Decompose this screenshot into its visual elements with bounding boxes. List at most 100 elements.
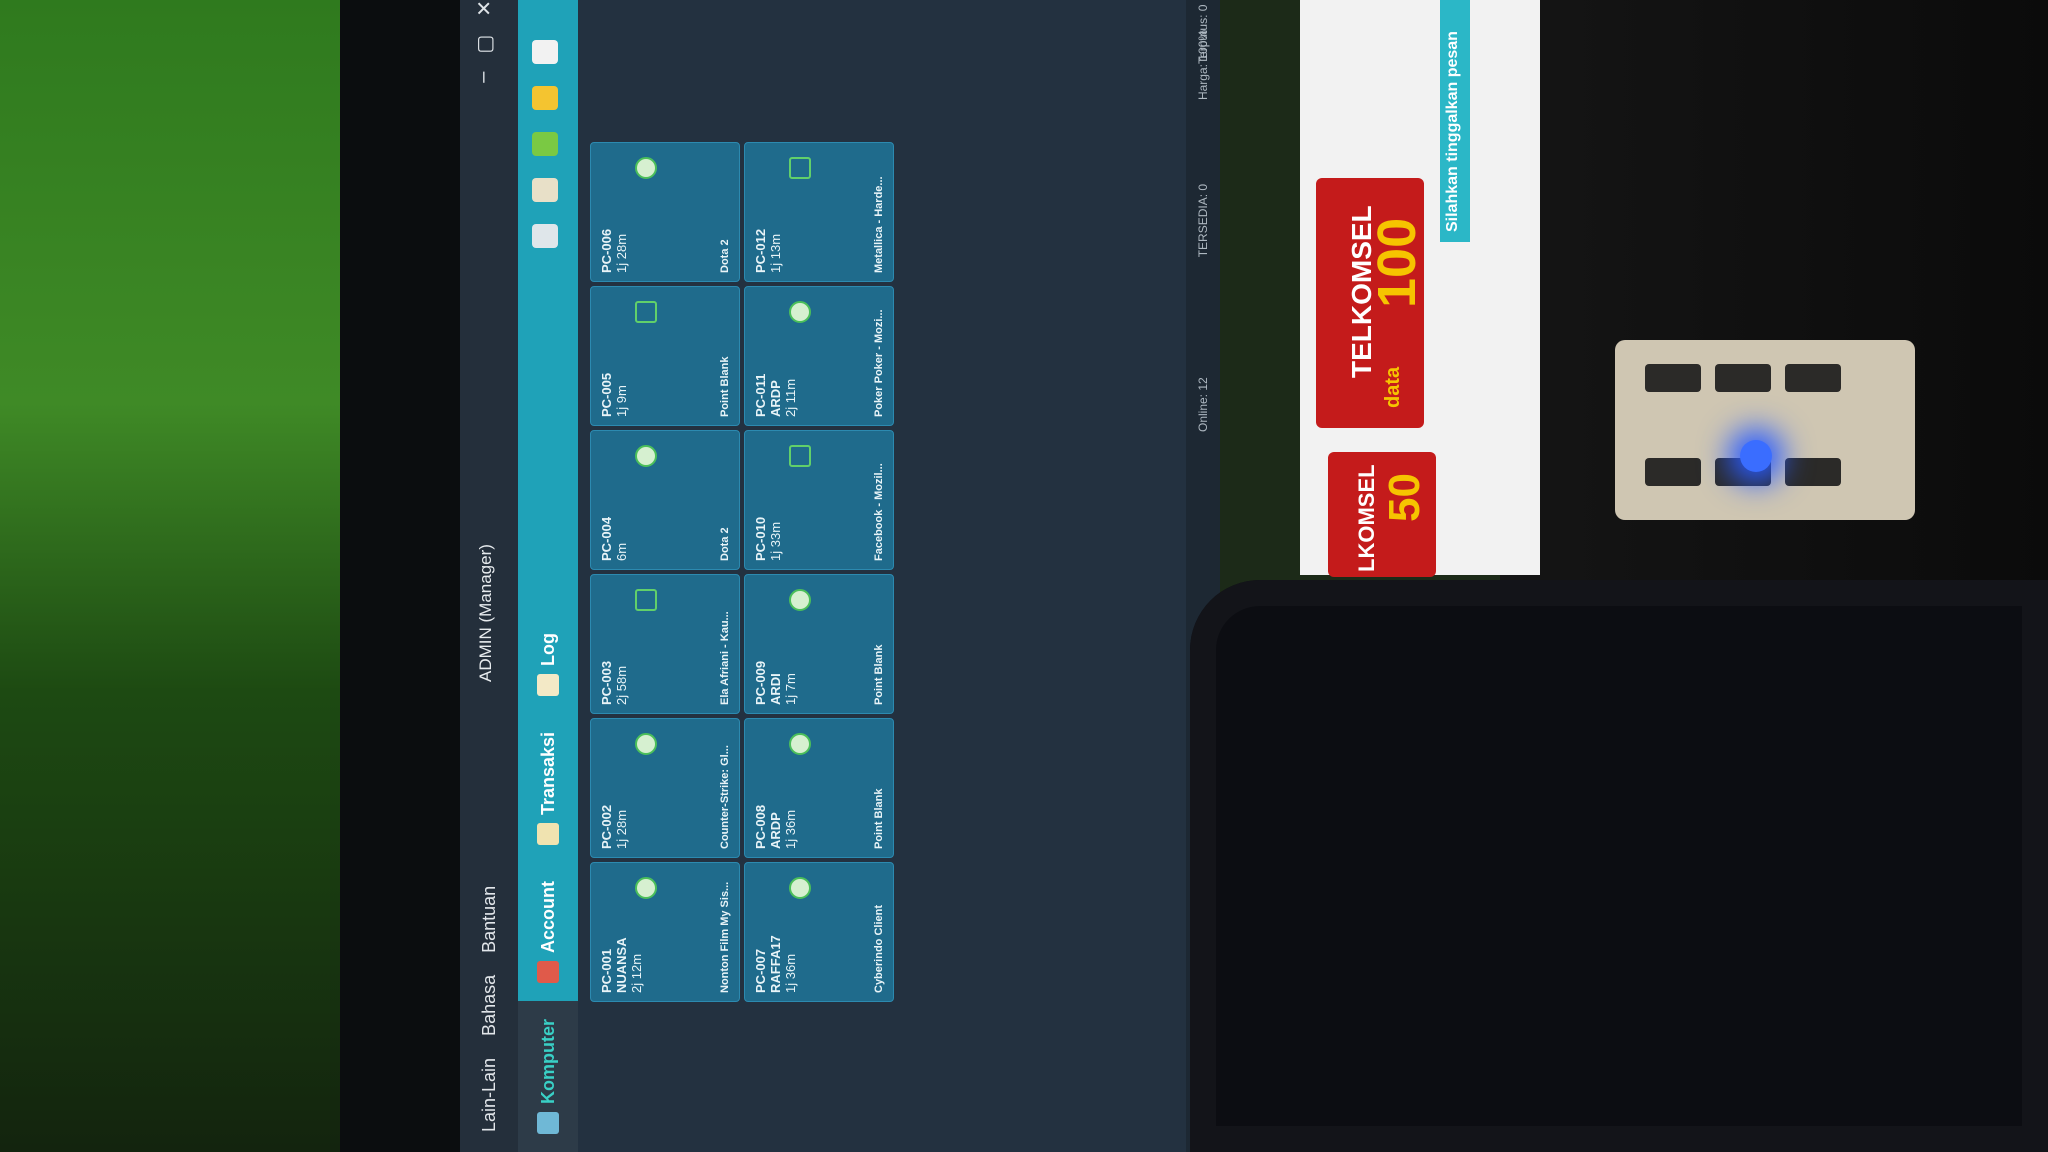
ad2-value: 50 <box>1380 473 1429 522</box>
tab-transaksi-label: Transaksi <box>537 731 558 815</box>
transaction-icon <box>537 823 559 845</box>
tab-account-label: Account <box>537 881 558 953</box>
chat-icon[interactable] <box>532 40 558 64</box>
status-icon <box>635 733 657 755</box>
status-icon <box>789 301 811 323</box>
window-controls: – ▢ ✕ <box>472 0 497 83</box>
status-icon <box>789 445 811 467</box>
status-icon <box>635 301 657 323</box>
pc-app: Point Blank <box>719 356 731 417</box>
status-icon <box>635 445 657 467</box>
status-icon <box>789 877 811 899</box>
pc-time: 1j 13m <box>768 233 783 273</box>
user-icon[interactable] <box>532 224 558 248</box>
menu-bar: Lain-Lain Bahasa Bantuan ADMIN (Manager)… <box>460 0 518 1152</box>
pc-name: PC-007 <box>753 948 768 993</box>
status-online: Online: 12 <box>1196 377 1210 432</box>
pc-card[interactable]: PC-004 6m Dota 2 <box>590 430 740 570</box>
usb-port <box>1645 364 1701 392</box>
maximize-button[interactable]: ▢ <box>472 35 497 54</box>
tab-transaksi[interactable]: Transaksi <box>518 714 578 863</box>
pc-time: 6m <box>614 542 629 561</box>
status-icon <box>635 157 657 179</box>
tab-log[interactable]: Log <box>518 615 578 714</box>
pc-user: RAFFA17 <box>768 935 783 993</box>
pc-card[interactable]: PC-005 1j 9m Point Blank <box>590 286 740 426</box>
usb-port <box>1645 458 1701 486</box>
pc-card[interactable]: PC-002 1j 28m Counter-Strike: Gl... <box>590 718 740 858</box>
blue-led <box>1740 440 1772 472</box>
pc-card[interactable]: PC-010 1j 33m Facebook - Mozil... <box>744 430 894 570</box>
pc-time: 1j 28m <box>614 233 629 273</box>
monitor-bezel <box>340 0 460 1152</box>
document-icon[interactable] <box>532 178 558 202</box>
tab-komputer-label: Komputer <box>537 1019 558 1104</box>
pc-name: PC-004 <box>599 516 614 561</box>
status-icon <box>635 589 657 611</box>
pc-name: PC-002 <box>599 804 614 849</box>
telkomsel-ad-100[interactable]: TELKOMSEL data 100 <box>1316 178 1427 428</box>
pc-name: PC-008 <box>753 804 768 849</box>
pc-name: PC-012 <box>753 228 768 273</box>
pc-card[interactable]: PC-011 ARDP 2j 11m Poker Poker - Mozi... <box>744 286 894 426</box>
status-icon <box>789 589 811 611</box>
pc-name: PC-010 <box>753 516 768 561</box>
status-icon <box>789 733 811 755</box>
menu-bantuan[interactable]: Bantuan <box>479 886 500 953</box>
pc-app: Cyberindo Client <box>873 904 885 993</box>
toolbar-icons <box>532 40 558 248</box>
pc-card[interactable]: PC-003 2j 58m Ela Afriani - Kau... <box>590 574 740 714</box>
close-button[interactable]: ✕ <box>472 0 497 17</box>
pc-app: Dota 2 <box>719 527 731 561</box>
admin-window: Lain-Lain Bahasa Bantuan ADMIN (Manager)… <box>460 0 1220 1152</box>
ad-value: 100 <box>1367 217 1427 308</box>
pc-card[interactable]: PC-008 ARDP 1j 36m Point Blank <box>744 718 894 858</box>
tab-komputer[interactable]: Komputer <box>518 1001 578 1152</box>
pc-user: ARDI <box>768 673 783 705</box>
chat-widget[interactable]: Silahkan tinggalkan pesan <box>1440 0 1470 242</box>
main-toolbar: Komputer Account Transaksi Log <box>518 0 578 1152</box>
account-icon <box>537 961 559 983</box>
status-harga: Harga: 100% <box>1196 30 1210 101</box>
log-icon <box>537 673 559 696</box>
pc-app: Point Blank <box>873 788 885 849</box>
status-icon <box>635 877 657 899</box>
pc-app: Counter-Strike: Gl... <box>719 745 731 849</box>
pc-time: 1j 28m <box>614 809 629 849</box>
pc-app: Dota 2 <box>719 239 731 273</box>
pc-app: Ela Afriani - Kau... <box>719 611 731 705</box>
pc-card[interactable]: PC-007 RAFFA17 1j 36m Cyberindo Client <box>744 862 894 1002</box>
folder-icon[interactable] <box>532 132 558 156</box>
telkomsel-ad-50[interactable]: LKOMSEL 50 <box>1328 452 1436 577</box>
pc-user: ARDP <box>768 812 783 849</box>
pc-time: 2j 58m <box>614 665 629 705</box>
status-tersedia: TERSEDIA: 0 <box>1196 183 1210 258</box>
monitor-icon <box>537 1112 559 1134</box>
lock-icon[interactable] <box>532 86 558 110</box>
ad-sub: data <box>1382 366 1404 408</box>
pc-app: Nonton Film My Sis... <box>719 881 731 993</box>
pc-app: Facebook - Mozil... <box>873 463 885 561</box>
computer-grid: PC-001 NUANSA 2j 12m Nonton Film My Sis.… <box>590 142 894 1002</box>
pc-app: Point Blank <box>873 644 885 705</box>
pc-card[interactable]: PC-006 1j 28m Dota 2 <box>590 142 740 282</box>
minimize-button[interactable]: – <box>472 72 497 83</box>
pc-card[interactable]: PC-012 1j 13m Metallica - Harde... <box>744 142 894 282</box>
background-wall <box>0 0 380 1152</box>
status-icon <box>789 157 811 179</box>
pc-card[interactable]: PC-001 NUANSA 2j 12m Nonton Film My Sis.… <box>590 862 740 1002</box>
menu-lain-lain[interactable]: Lain-Lain <box>479 1058 500 1132</box>
window-title: ADMIN (Manager) <box>476 544 495 682</box>
pc-name: PC-009 <box>753 660 768 705</box>
pc-time: 1j 33m <box>768 521 783 561</box>
menu-bahasa[interactable]: Bahasa <box>479 975 500 1036</box>
pc-user: ARDP <box>768 380 783 417</box>
pc-time: 1j 9m <box>614 385 629 417</box>
pc-card[interactable]: PC-009 ARDI 1j 7m Point Blank <box>744 574 894 714</box>
tab-account[interactable]: Account <box>518 863 578 1001</box>
usb-port <box>1785 364 1841 392</box>
pc-name: PC-003 <box>599 660 614 705</box>
pc-name: PC-005 <box>599 372 614 417</box>
pc-app: Metallica - Harde... <box>873 176 885 273</box>
pc-name: PC-001 <box>599 948 614 993</box>
